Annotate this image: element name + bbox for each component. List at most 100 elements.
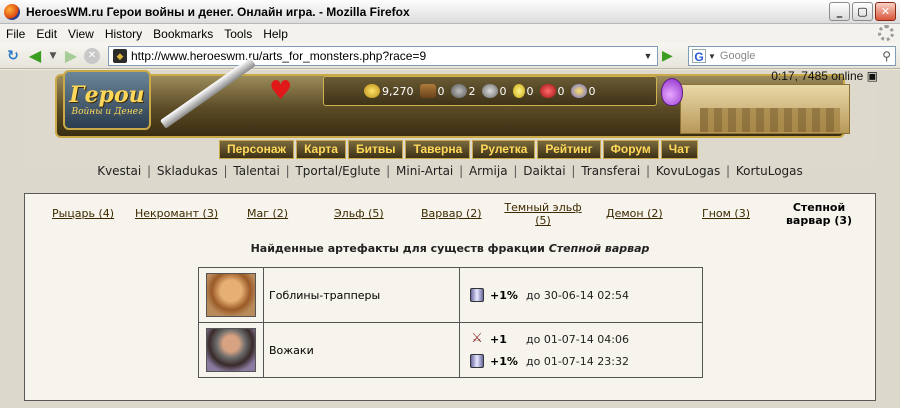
menu-rating[interactable]: Рейтинг <box>537 140 601 159</box>
stop-icon[interactable]: ✕ <box>84 47 100 64</box>
sulfur-icon <box>512 84 525 98</box>
faction-dwarf[interactable]: Гном (3) <box>702 207 750 220</box>
menu-roulette[interactable]: Рулетка <box>472 140 536 159</box>
firefox-icon <box>4 3 20 20</box>
minimize-button[interactable]: _ <box>829 2 850 21</box>
heart-icon[interactable]: ♥ <box>269 78 295 104</box>
go-arrow-icon[interactable]: ▶ <box>662 48 678 64</box>
leader-portrait[interactable] <box>206 328 256 372</box>
menu-help[interactable]: Help <box>259 27 295 41</box>
close-button[interactable]: ✕ <box>875 2 896 21</box>
link-daiktai[interactable]: Daiktai <box>523 164 565 178</box>
menu-character[interactable]: Персонаж <box>219 140 295 159</box>
game-logo[interactable]: Герои Войны и Денег <box>63 70 151 130</box>
mercury-icon <box>481 84 498 98</box>
faction-elf[interactable]: Эльф (5) <box>334 207 384 220</box>
online-text: 0:17, 7485 online <box>771 69 864 83</box>
link-kvestai[interactable]: Kvestai <box>97 164 141 178</box>
link-tportal[interactable]: Tportal/Eglute <box>295 164 380 178</box>
window-controls: _ ▢ ✕ <box>829 2 896 21</box>
bonus-line: ⚔ +1 до 01-07-14 04:06 <box>470 328 702 350</box>
game-header: Герои Войны и Денег ♥ 9,270 0 2 0 0 0 0 … <box>25 57 875 165</box>
resource-wood: 0 <box>419 84 445 98</box>
reload-icon[interactable]: ↻ <box>4 47 22 65</box>
link-mini-artai[interactable]: Mini-Artai <box>396 164 453 178</box>
search-engine-dropdown-icon[interactable]: ▼ <box>708 52 716 61</box>
sub-links: Kvestai | Skladukas | Talentai | Tportal… <box>97 164 803 178</box>
table-row: Гоблины-трапперы +1% до 30-06-14 02:54 <box>198 267 703 323</box>
faction-mage[interactable]: Маг (2) <box>247 207 288 220</box>
city-silhouette <box>700 108 840 132</box>
history-dropdown-icon[interactable]: ▼ <box>48 47 58 65</box>
back-arrow-icon[interactable]: ◀ <box>26 46 44 65</box>
resources-panel: 9,270 0 2 0 0 0 0 <box>323 76 657 106</box>
menu-bookmarks[interactable]: Bookmarks <box>149 27 220 41</box>
artifacts-table: Гоблины-трапперы +1% до 30-06-14 02:54 В… <box>198 267 703 378</box>
link-skladukas[interactable]: Skladukas <box>157 164 218 178</box>
menu-battles[interactable]: Битвы <box>347 140 404 159</box>
resource-mercury: 0 <box>481 84 507 98</box>
nav-toolbar: ↻ ◀ ▼ ▶ ✕ ⌂ ◆ http://www.heroeswm.ru/art… <box>0 43 900 69</box>
link-kovulogas[interactable]: KovuLogas <box>656 164 720 178</box>
menu-tavern[interactable]: Таверна <box>405 140 471 159</box>
link-kortulogas[interactable]: KortuLogas <box>736 164 803 178</box>
artifacts-panel: Рыцарь (4) Некромант (3) Маг (2) Эльф (5… <box>24 193 876 401</box>
swords-icon: ⚔ <box>471 331 483 346</box>
logo-title: Герои <box>69 82 145 108</box>
bonus-line: +1% до 01-07-14 23:32 <box>470 350 702 372</box>
forward-arrow-icon[interactable]: ▶ <box>62 46 80 65</box>
table-row: Вожаки ⚔ +1 до 01-07-14 04:06 +1% до 01-… <box>198 322 703 378</box>
scroll-icon <box>470 288 484 302</box>
resource-ore: 2 <box>450 84 476 98</box>
search-placeholder[interactable]: Google <box>720 50 755 62</box>
game-menu: Персонаж Карта Битвы Таверна Рулетка Рей… <box>219 140 698 160</box>
page-content: Герои Войны и Денег ♥ 9,270 0 2 0 0 0 0 … <box>0 57 900 408</box>
wood-icon <box>419 84 436 98</box>
link-talentai[interactable]: Talentai <box>233 164 279 178</box>
faction-dark-elf[interactable]: Темный эльф (5) <box>503 201 583 227</box>
google-icon[interactable]: G <box>692 49 706 64</box>
resource-sulfur: 0 <box>512 84 534 98</box>
faction-knight[interactable]: Рыцарь (4) <box>52 207 114 220</box>
menu-view[interactable]: View <box>64 27 101 41</box>
window-title: HeroesWM.ru Герои войны и денег. Онлайн … <box>26 4 410 19</box>
menu-forum[interactable]: Форум <box>602 140 659 159</box>
maximize-button[interactable]: ▢ <box>852 2 873 21</box>
url-text[interactable]: http://www.heroeswm.ru/arts_for_monsters… <box>131 49 426 63</box>
bonus-value: +1% <box>490 288 518 302</box>
goblin-trapper-portrait[interactable] <box>206 273 256 317</box>
unit-name: Вожаки <box>263 322 460 378</box>
url-bar[interactable]: ◆ http://www.heroeswm.ru/arts_for_monste… <box>108 46 658 66</box>
menu-history[interactable]: History <box>101 27 149 41</box>
resource-gems: 0 <box>570 84 596 98</box>
menu-tools[interactable]: Tools <box>220 27 259 41</box>
ore-icon <box>450 84 467 98</box>
bonus-line: +1% до 30-06-14 02:54 <box>470 284 702 306</box>
resource-gold: 9,270 <box>364 84 414 98</box>
menu-bar: File Edit View History Bookmarks Tools H… <box>0 24 900 43</box>
search-icon[interactable]: ⚲ <box>882 49 891 63</box>
faction-necromancer[interactable]: Некромант (3) <box>135 207 218 220</box>
menu-edit[interactable]: Edit <box>32 27 64 41</box>
throbber-icon <box>878 25 894 41</box>
menu-map[interactable]: Карта <box>296 140 346 159</box>
menu-file[interactable]: File <box>2 27 32 41</box>
link-armija[interactable]: Armija <box>469 164 508 178</box>
url-dropdown-icon[interactable]: ▼ <box>641 49 655 63</box>
faction-demon[interactable]: Демон (2) <box>606 207 663 220</box>
unit-name: Гоблины-трапперы <box>263 267 460 323</box>
mana-potion-icon[interactable] <box>661 78 683 106</box>
bonus-value: +1% <box>490 354 518 368</box>
online-counter: 0:17, 7485 online ▣ <box>771 69 878 83</box>
gems-icon <box>570 84 587 98</box>
online-icon: ▣ <box>866 69 878 83</box>
gold-icon <box>364 84 380 98</box>
bonus-expiry: до 01-07-14 04:06 <box>526 332 629 346</box>
faction-barbarian[interactable]: Варвар (2) <box>421 207 482 220</box>
window-titlebar: HeroesWM.ru Герои войны и денег. Онлайн … <box>0 0 900 24</box>
faction-steppe-barbarian: Степной варвар (3) <box>785 201 853 227</box>
search-bar[interactable]: G ▼ Google ⚲ <box>688 46 896 66</box>
link-transferai[interactable]: Transferai <box>581 164 640 178</box>
menu-chat[interactable]: Чат <box>660 140 698 159</box>
site-favicon-icon: ◆ <box>113 49 127 63</box>
